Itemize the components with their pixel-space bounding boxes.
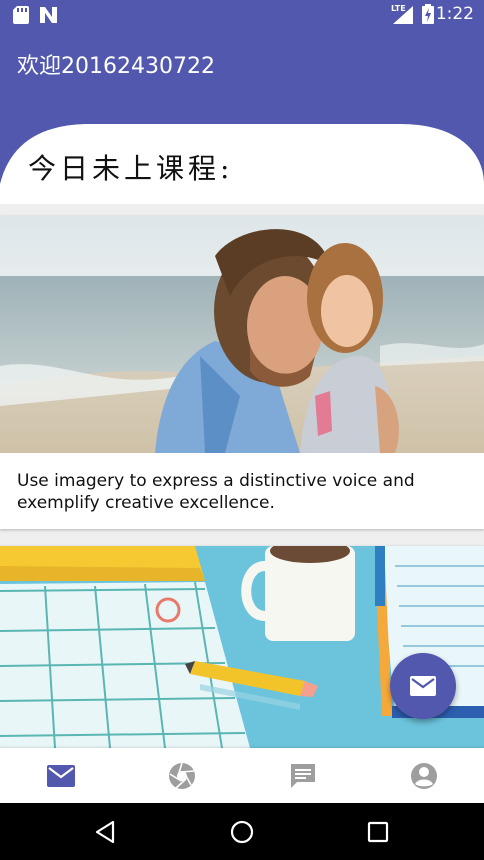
home-icon: [230, 820, 254, 844]
notification-n-icon: [40, 7, 57, 23]
nav-item-camera[interactable]: [121, 748, 242, 803]
nav-item-account[interactable]: [363, 748, 484, 803]
recents-button[interactable]: [363, 817, 393, 847]
nav-item-mail[interactable]: [0, 748, 121, 803]
battery-charging-icon: [422, 4, 434, 24]
card-description: Use imagery to express a distinctive voi…: [17, 471, 415, 513]
back-icon: [95, 820, 115, 844]
course-card[interactable]: [0, 546, 484, 748]
signal-lte-icon: [393, 6, 413, 24]
app-title: 欢迎20162430722: [17, 54, 215, 79]
mail-icon: [410, 676, 436, 696]
home-button[interactable]: [227, 817, 257, 847]
header-title: 今日未上课程:: [28, 152, 234, 185]
course-card[interactable]: Use imagery to express a distinctive voi…: [0, 216, 484, 529]
status-time: 1:22: [435, 4, 474, 24]
status-bar: LTE 1:22: [0, 0, 484, 30]
recents-icon: [367, 821, 389, 843]
back-button[interactable]: [90, 817, 120, 847]
card-image-calendar-illustration: [0, 546, 484, 748]
mail-icon: [46, 764, 75, 787]
nav-item-messages[interactable]: [242, 748, 363, 803]
bottom-navigation: [0, 748, 484, 803]
compose-mail-fab[interactable]: [390, 653, 456, 719]
chat-message-icon: [290, 763, 315, 788]
account-icon: [410, 762, 437, 789]
app-bar: 欢迎20162430722: [0, 30, 484, 120]
system-navigation-bar: [0, 803, 484, 860]
camera-aperture-icon: [168, 762, 195, 789]
card-image-father-child: [0, 216, 484, 453]
sd-card-icon: [13, 6, 29, 24]
